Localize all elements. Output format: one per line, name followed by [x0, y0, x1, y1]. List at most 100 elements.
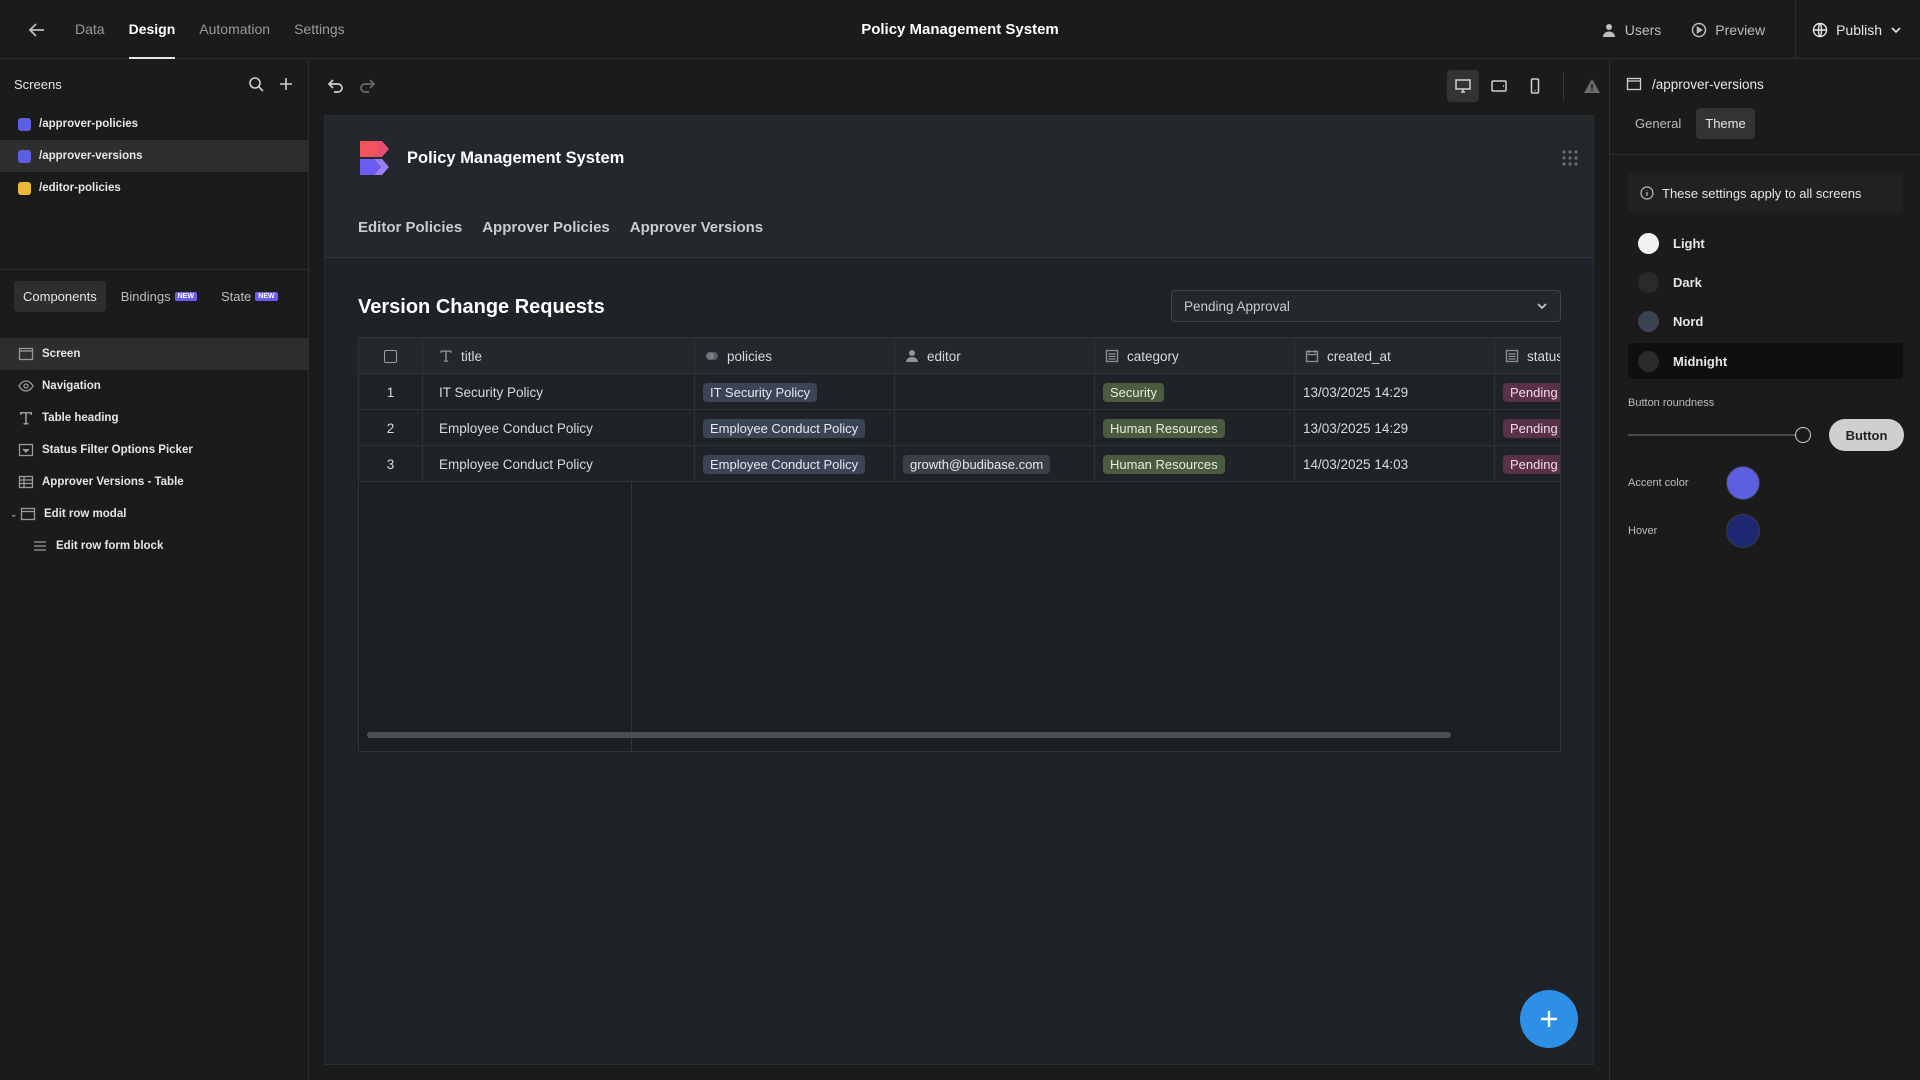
app-nav-editor-policies[interactable]: Editor Policies — [358, 219, 462, 236]
column-editor[interactable]: editor — [895, 338, 1095, 374]
table-row[interactable]: 1 IT Security Policy IT Security Policy … — [359, 374, 1560, 410]
chevron-down-icon — [1536, 300, 1548, 312]
component-navigation[interactable]: Navigation — [0, 370, 308, 402]
policy-tag: Employee Conduct Policy — [703, 454, 866, 474]
tab-theme[interactable]: Theme — [1696, 108, 1755, 139]
screens-label: Screens — [14, 76, 62, 92]
component-label: Screen — [42, 348, 81, 360]
component-screen[interactable]: Screen — [0, 338, 308, 370]
theme-swatch — [1638, 310, 1659, 332]
component-label: Edit row modal — [44, 508, 127, 520]
category-tag: Human Resources — [1103, 454, 1225, 474]
user-icon — [1601, 22, 1617, 38]
cell-title: Employee Conduct Policy — [423, 410, 695, 446]
nav-data[interactable]: Data — [75, 0, 105, 59]
screen-color-swatch — [18, 117, 31, 131]
app-nav-approver-policies[interactable]: Approver Policies — [482, 219, 610, 236]
tab-bindings[interactable]: Bindings NEW — [112, 281, 206, 312]
search-icon[interactable] — [248, 76, 264, 92]
chevron-down-icon[interactable]: ⌄ — [10, 509, 20, 520]
theme-dark[interactable]: Dark — [1628, 264, 1903, 300]
mobile-icon[interactable] — [1519, 70, 1551, 102]
column-title[interactable]: title — [423, 338, 695, 374]
component-edit-row-form-block[interactable]: Edit row form block — [0, 530, 308, 562]
theme-label: Midnight — [1673, 353, 1728, 369]
tab-components[interactable]: Components — [14, 281, 106, 312]
redo-icon[interactable] — [358, 76, 378, 96]
preview-label: Preview — [1715, 21, 1766, 38]
theme-midnight[interactable]: Midnight — [1628, 343, 1903, 379]
horizontal-scrollbar[interactable] — [367, 732, 1451, 738]
theme-nord[interactable]: Nord — [1628, 303, 1903, 339]
users-button[interactable]: Users — [1601, 21, 1662, 38]
publish-button[interactable]: Publish — [1795, 0, 1920, 59]
play-circle-icon — [1691, 22, 1707, 38]
status-filter-select[interactable]: Pending Approval — [1171, 290, 1561, 322]
component-approver-versions-table[interactable]: Approver Versions - Table — [0, 466, 308, 498]
back-arrow-icon[interactable] — [26, 19, 48, 41]
button-preview: Button — [1829, 419, 1904, 451]
form-icon — [32, 538, 48, 554]
preview-button[interactable]: Preview — [1691, 22, 1765, 38]
column-category[interactable]: category — [1095, 338, 1295, 374]
accent-color-picker[interactable] — [1726, 466, 1760, 500]
column-status[interactable]: status — [1495, 338, 1561, 374]
table-row[interactable]: 3 Employee Conduct Policy Employee Condu… — [359, 446, 1560, 482]
column-policies[interactable]: policies — [695, 338, 895, 374]
add-row-button[interactable] — [1520, 990, 1578, 1048]
undo-icon[interactable] — [325, 76, 345, 96]
button-roundness-label: Button roundness — [1628, 397, 1715, 409]
component-label: Status Filter Options Picker — [42, 444, 193, 456]
screen-approver-versions[interactable]: /approver-versions — [0, 140, 308, 172]
screen-path: /approver-versions — [1652, 76, 1764, 92]
theme-light[interactable]: Light — [1628, 225, 1903, 261]
roundness-slider-track[interactable] — [1628, 434, 1804, 436]
column-label: editor — [927, 348, 961, 364]
warning-icon[interactable] — [1576, 70, 1608, 102]
nav-settings[interactable]: Settings — [294, 0, 345, 59]
nav-automation[interactable]: Automation — [199, 0, 270, 59]
column-label: status — [1527, 348, 1561, 364]
column-created-at[interactable]: created_at — [1295, 338, 1495, 374]
cell-policies: Employee Conduct Policy — [695, 410, 895, 446]
info-text: These settings apply to all screens — [1662, 185, 1862, 201]
select-all-checkbox[interactable] — [384, 349, 397, 363]
desktop-icon[interactable] — [1447, 70, 1479, 102]
tab-general[interactable]: General — [1626, 108, 1690, 139]
theme-label: Light — [1673, 235, 1705, 251]
eye-icon — [18, 378, 34, 394]
cell-status: Pending Approval — [1495, 446, 1560, 482]
grid-dots-icon[interactable] — [1561, 149, 1579, 167]
roundness-slider-handle[interactable] — [1795, 427, 1811, 443]
screen-color-swatch — [18, 149, 31, 163]
app-nav-approver-versions[interactable]: Approver Versions — [630, 219, 763, 236]
screen-approver-policies[interactable]: /approver-policies — [0, 108, 308, 140]
component-label: Approver Versions - Table — [42, 476, 184, 488]
table-row[interactable]: 2 Employee Conduct Policy Employee Condu… — [359, 410, 1560, 446]
tablet-icon[interactable] — [1483, 70, 1515, 102]
tab-state[interactable]: State NEW — [212, 281, 287, 312]
screen-editor-policies[interactable]: /editor-policies — [0, 172, 308, 204]
screen-path: /approver-policies — [39, 118, 139, 130]
status-tag: Pending Approval — [1503, 454, 1560, 474]
component-edit-row-modal[interactable]: ⌄ Edit row modal — [0, 498, 308, 530]
top-bar: Data Design Automation Settings Policy M… — [0, 0, 1920, 59]
hover-color-picker[interactable] — [1726, 514, 1760, 548]
app-canvas: Policy Management System Editor Policies… — [324, 115, 1594, 1065]
column-label: title — [461, 348, 483, 364]
divider — [0, 269, 308, 270]
screen-path: /approver-versions — [39, 150, 143, 162]
select-all-cell — [359, 338, 423, 374]
component-table-heading[interactable]: Table heading — [0, 402, 308, 434]
users-label: Users — [1624, 21, 1662, 38]
component-status-filter-picker[interactable]: Status Filter Options Picker — [0, 434, 308, 466]
theme-info-banner: These settings apply to all screens — [1628, 173, 1903, 213]
nav-design[interactable]: Design — [128, 0, 175, 59]
divider — [1610, 154, 1920, 155]
cell-created-at: 13/03/2025 14:29 — [1295, 410, 1495, 446]
theme-label: Dark — [1673, 274, 1702, 290]
publish-label: Publish — [1836, 21, 1882, 38]
theme-swatch — [1638, 350, 1659, 372]
policy-tag: Employee Conduct Policy — [703, 418, 866, 438]
plus-icon[interactable] — [278, 76, 294, 92]
